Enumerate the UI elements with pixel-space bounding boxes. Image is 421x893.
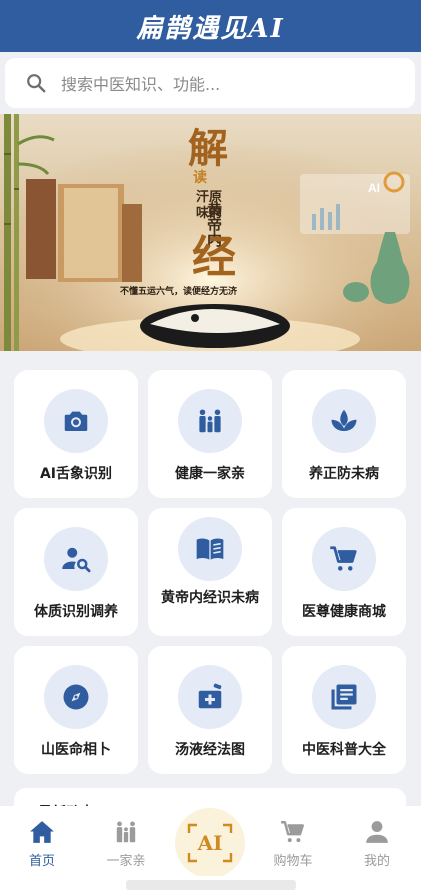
- family-icon: [199, 409, 221, 433]
- search-placeholder: 搜索中医知识、功能...: [61, 75, 221, 94]
- camera-icon: [64, 411, 88, 431]
- yin-yang-symbol: [140, 304, 290, 348]
- feature-icon-bg: [178, 665, 242, 729]
- search-input[interactable]: 搜索中医知识、功能...: [5, 58, 415, 108]
- tab-label: 首页: [28, 854, 55, 869]
- feature-label: 中医科普大全: [302, 742, 386, 758]
- feature-neijing[interactable]: 黄帝内经识未病: [148, 508, 272, 636]
- home-icon: [30, 821, 54, 843]
- tab-profile[interactable]: 我的: [341, 820, 413, 869]
- banner-char-jie: 解: [188, 125, 228, 172]
- system-home-indicator: [0, 876, 421, 893]
- tab-cart[interactable]: 购物车: [257, 820, 329, 869]
- app-header: 扁鹊遇见AI: [0, 0, 421, 52]
- feature-icon-bg: [44, 389, 108, 453]
- ai-icon: [187, 823, 233, 863]
- feature-label: 汤液经法图: [175, 742, 245, 758]
- feature-icon-bg: [44, 527, 108, 591]
- feature-mall[interactable]: 医尊健康商城: [282, 508, 406, 636]
- feature-icon-bg: [312, 389, 376, 453]
- feature-encyclopedia[interactable]: 中医科普大全: [282, 646, 406, 774]
- person-icon: [366, 821, 388, 843]
- banner-char-du: 读: [193, 169, 207, 186]
- feature-ai-tongue[interactable]: AI舌象识别: [14, 370, 138, 498]
- banner-illustration: 解 读 汗原 味的 黄帝内 经 AI: [0, 114, 421, 351]
- promo-banner[interactable]: 解 读 汗原 味的 黄帝内 经 AI 不懂五运六气，读便经方无济: [0, 114, 421, 351]
- feature-constitution[interactable]: 体质识别调养: [14, 508, 138, 636]
- cart-icon: [330, 546, 357, 571]
- feature-icon-bg: [44, 665, 108, 729]
- spa-icon: [331, 409, 357, 431]
- feature-label: 养正防未病: [309, 466, 379, 482]
- feature-label: 黄帝内经识未病: [161, 590, 259, 606]
- family-icon: [116, 821, 136, 843]
- home-indicator-bar: [126, 880, 296, 890]
- feature-family-health[interactable]: 健康一家亲: [148, 370, 272, 498]
- tech-panel-decoration: [300, 171, 410, 234]
- tab-ai-center-button[interactable]: AI: [175, 808, 245, 878]
- feature-label: 体质识别调养: [34, 604, 118, 620]
- compass-icon: [63, 684, 89, 710]
- feature-icon-bg: [178, 389, 242, 453]
- tab-label: 我的: [363, 854, 390, 869]
- library-icon: [331, 684, 357, 710]
- app-title: 扁鹊遇见AI: [136, 13, 285, 44]
- feature-label: 山医命相卜: [41, 742, 111, 758]
- banner-ai-badge: AI: [368, 181, 380, 195]
- cart-icon: [281, 821, 304, 843]
- feature-prevent-illness[interactable]: 养正防未病: [282, 370, 406, 498]
- banner-slogan: 不懂五运六气，读便经方无济: [120, 287, 238, 297]
- feature-icon-bg: [312, 527, 376, 591]
- feature-label: 健康一家亲: [175, 466, 245, 482]
- tab-label: 购物车: [273, 854, 313, 869]
- feature-divination[interactable]: 山医命相卜: [14, 646, 138, 774]
- tab-label: 一家亲: [106, 854, 146, 869]
- search-icon: [27, 74, 46, 93]
- feature-label: AI舌象识别: [39, 466, 113, 482]
- medicine-icon: [198, 683, 222, 709]
- feature-decoction[interactable]: 汤液经法图: [148, 646, 272, 774]
- search-bar-container: 搜索中医知识、功能...: [0, 52, 421, 114]
- banner-char-jing: 经: [192, 232, 236, 283]
- tab-home[interactable]: 首页: [6, 820, 78, 869]
- feature-icon-bg: [178, 517, 242, 581]
- tab-family[interactable]: 一家亲: [90, 820, 162, 869]
- feature-label: 医尊健康商城: [302, 604, 386, 620]
- book-icon: [196, 538, 224, 560]
- feature-icon-bg: [312, 665, 376, 729]
- person-search-icon: [62, 547, 91, 573]
